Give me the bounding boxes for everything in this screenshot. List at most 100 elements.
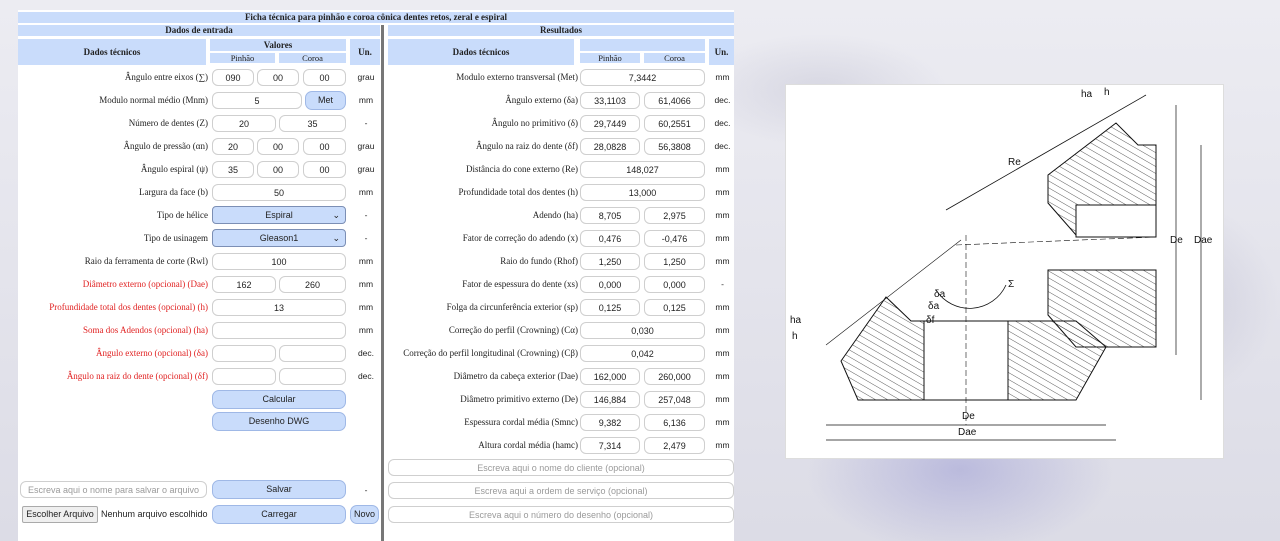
- result-row-total-depth: Profundidade total dos dentes (h) 13,000…: [388, 183, 734, 202]
- result-col-label: Dados técnicos: [388, 39, 574, 65]
- crown-outer-diameter-input[interactable]: 260: [279, 276, 346, 293]
- result-col-blank: [580, 39, 705, 51]
- drawing-number-input[interactable]: Escreva aqui o número do desenho (opcion…: [388, 506, 734, 523]
- save-button[interactable]: Salvar: [212, 480, 346, 499]
- crown-bore: [1075, 204, 1157, 238]
- crown-axis: [955, 236, 1157, 246]
- addendum-sum-input[interactable]: [212, 322, 346, 339]
- module-input[interactable]: 5: [212, 92, 302, 109]
- dae-bottom-label: Dae: [958, 427, 977, 438]
- pressure-angle-min-input[interactable]: 00: [257, 138, 299, 155]
- gear-drawing-svg: ha h Re De Dae Σ δa δa δf ha h De Dae: [790, 87, 1213, 441]
- machining-type-value: Gleason1: [259, 233, 299, 243]
- load-button[interactable]: Carregar: [212, 505, 346, 524]
- shaft-angle-min-input[interactable]: 00: [257, 69, 299, 86]
- unit-label: -: [364, 485, 368, 495]
- result-row-cone-distance: Distância do cone externo (Re) 148,027 m…: [388, 160, 734, 179]
- input-row-outer-diameter: Diâmetro externo (opcional) (Dae) 162 26…: [18, 275, 380, 294]
- unit-label: dec.: [714, 141, 731, 151]
- unit-label: -: [364, 233, 368, 243]
- result-row-addendum: Adendo (ha) 8,705 2,975 mm: [388, 206, 734, 225]
- pinion-left-body: [840, 296, 925, 401]
- choose-file-button[interactable]: Escolher Arquivo: [22, 506, 98, 523]
- client-name-input[interactable]: Escreva aqui o nome do cliente (opcional…: [388, 459, 734, 476]
- delta-label: δa: [928, 301, 940, 312]
- new-button[interactable]: Novo: [350, 505, 379, 524]
- unit-label: -: [364, 210, 368, 220]
- helix-type-select[interactable]: Espiral ⌄: [212, 206, 346, 224]
- result-crown-value: 1,250: [644, 253, 705, 270]
- service-order-input[interactable]: Escreva aqui a ordem de serviço (opciona…: [388, 482, 734, 499]
- unit-label: mm: [715, 348, 730, 358]
- dae-right-label: Dae: [1194, 235, 1213, 246]
- input-label: Largura da face (b): [138, 187, 208, 197]
- pinion-face-angle-input[interactable]: [212, 345, 276, 362]
- input-label: Raio da ferramenta de corte (Rwl): [84, 256, 208, 266]
- result-label: Adendo (ha): [532, 210, 578, 220]
- pinion-teeth-input[interactable]: 20: [212, 115, 276, 132]
- result-label: Ângulo na raiz do dente (δf): [476, 141, 578, 151]
- pinion-outer-diameter-input[interactable]: 162: [212, 276, 276, 293]
- unit-label: dec.: [357, 348, 375, 358]
- result-label: Modulo externo transversal (Met): [456, 72, 578, 82]
- de-right-label: De: [1170, 235, 1183, 246]
- unit-label: mm: [715, 440, 730, 450]
- unit-label: mm: [715, 164, 730, 174]
- input-label: Tipo de usinagem: [143, 233, 208, 243]
- result-label: Ângulo externo (δa): [505, 95, 578, 105]
- tool-radius-input[interactable]: 100: [212, 253, 346, 270]
- input-label: Ângulo entre eixos (∑): [124, 72, 208, 82]
- unit-label: mm: [715, 233, 730, 243]
- result-crown-value: 6,136: [644, 414, 705, 431]
- face-width-input[interactable]: 50: [212, 184, 346, 201]
- machining-type-select[interactable]: Gleason1 ⌄: [212, 229, 346, 247]
- result-label: Ângulo no primitivo (δ): [491, 118, 578, 128]
- pinion-root-angle-input[interactable]: [212, 368, 276, 385]
- pressure-angle-sec-input[interactable]: 00: [303, 138, 346, 155]
- result-row-pitch-angle: Ângulo no primitivo (δ) 29,7449 60,2551 …: [388, 114, 734, 133]
- re-label: Re: [1008, 157, 1021, 168]
- crown-face-angle-input[interactable]: [279, 345, 346, 362]
- tooth-depth-input[interactable]: 13: [212, 299, 346, 316]
- spiral-angle-sec-input[interactable]: 00: [303, 161, 346, 178]
- unit-label: mm: [715, 417, 730, 427]
- result-crown-value: 56,3808: [644, 138, 705, 155]
- unit-label: -: [364, 118, 368, 128]
- spiral-angle-min-input[interactable]: 00: [257, 161, 299, 178]
- crown-teeth-input[interactable]: 35: [279, 115, 346, 132]
- delta-f-label: δf: [926, 315, 935, 326]
- unit-label: mm: [358, 302, 374, 312]
- met-button[interactable]: Met: [305, 91, 346, 110]
- unit-label: dec.: [714, 95, 731, 105]
- result-label: Correção do perfil (Crowning) (Cα): [448, 325, 578, 335]
- result-label: Folga da circunferência exterior (sp): [446, 302, 578, 312]
- result-pinion-value: 7,314: [580, 437, 640, 454]
- input-row-helix-type: Tipo de hélice Espiral ⌄ -: [18, 206, 380, 225]
- input-row-root-angle: Ângulo na raiz do dente (opcional) (δf) …: [18, 367, 380, 386]
- result-value: 148,027: [580, 161, 705, 178]
- result-value: 7,3442: [580, 69, 705, 86]
- dwg-drawing-button[interactable]: Desenho DWG: [212, 412, 346, 431]
- bevel-gear-diagram: ha h Re De Dae Σ δa δa δf ha h De Dae: [785, 84, 1224, 459]
- unit-label: mm: [358, 325, 374, 335]
- result-row-root-radius: Raio do fundo (Rhof) 1,250 1,250 mm: [388, 252, 734, 271]
- result-crown-value: 0,000: [644, 276, 705, 293]
- input-section-header: Dados de entrada: [18, 25, 380, 36]
- shaft-angle-deg-input[interactable]: 090: [212, 69, 254, 86]
- input-col-values: Valores: [210, 39, 346, 51]
- calculate-button[interactable]: Calcular: [212, 390, 346, 409]
- input-row-tool-radius: Raio da ferramenta de corte (Rwl) 100 mm: [18, 252, 380, 271]
- pressure-angle-deg-input[interactable]: 20: [212, 138, 254, 155]
- spiral-angle-deg-input[interactable]: 35: [212, 161, 254, 178]
- result-label: Diâmetro da cabeça exterior (Dae): [453, 371, 578, 381]
- result-col-pinion: Pinhão: [580, 53, 640, 63]
- result-crown-value: 257,048: [644, 391, 705, 408]
- result-row-met: Modulo externo transversal (Met) 7,3442 …: [388, 68, 734, 87]
- unit-label: mm: [358, 95, 374, 105]
- result-crown-value: 61,4066: [644, 92, 705, 109]
- helix-type-value: Espiral: [265, 210, 293, 220]
- input-row-pressure-angle: Ângulo de pressão (αn) 20 00 00 grau: [18, 137, 380, 156]
- crown-root-angle-input[interactable]: [279, 368, 346, 385]
- save-filename-input[interactable]: Escreva aqui o nome para salvar o arquiv…: [20, 481, 207, 498]
- shaft-angle-sec-input[interactable]: 00: [303, 69, 346, 86]
